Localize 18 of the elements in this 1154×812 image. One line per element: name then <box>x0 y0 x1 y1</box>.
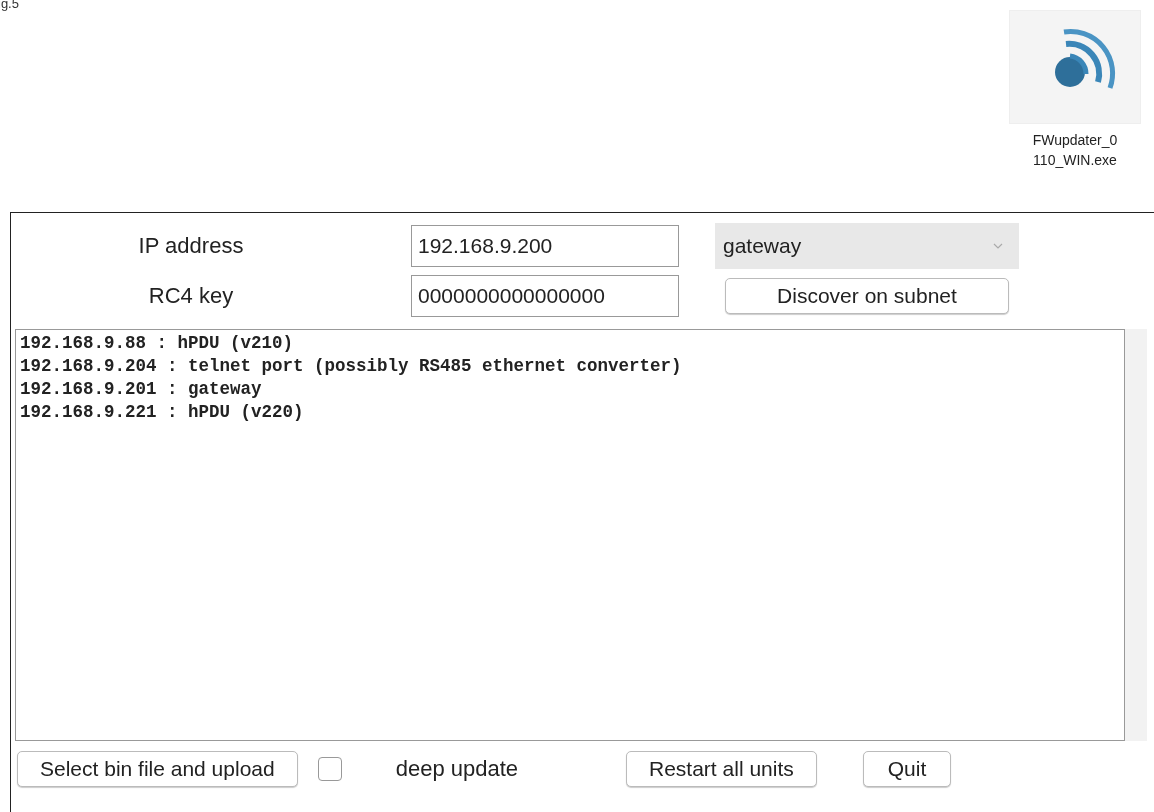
log-line: 192.168.9.201 : gateway <box>20 378 263 401</box>
rc4-key-label: RC4 key <box>147 283 235 309</box>
file-name: FWupdater_0 110_WIN.exe <box>1031 131 1119 170</box>
discover-button[interactable]: Discover on subnet <box>725 278 1009 314</box>
ip-address-label: IP address <box>137 233 245 259</box>
scrollbar-track[interactable] <box>1125 329 1147 741</box>
quit-button[interactable]: Quit <box>862 751 952 787</box>
upload-button[interactable]: Select bin file and upload <box>17 751 298 787</box>
rc4-key-field[interactable]: 0000000000000000 <box>411 275 679 317</box>
log-line: 192.168.9.221 : hPDU (v220) <box>20 401 305 424</box>
chevron-icon <box>993 242 1003 250</box>
restart-button[interactable]: Restart all units <box>626 751 817 787</box>
log-line: 192.168.9.88 : hPDU (v210) <box>20 332 295 355</box>
ip-address-field[interactable]: 192.168.9.200 <box>411 225 679 267</box>
app-file-icon[interactable] <box>1009 10 1141 124</box>
deep-update-label: deep update <box>395 756 518 782</box>
log-line: 192.168.9.204 : telnet port (possibly RS485 ethernet converter) <box>20 355 683 378</box>
deep-update-checkbox[interactable] <box>317 757 342 781</box>
